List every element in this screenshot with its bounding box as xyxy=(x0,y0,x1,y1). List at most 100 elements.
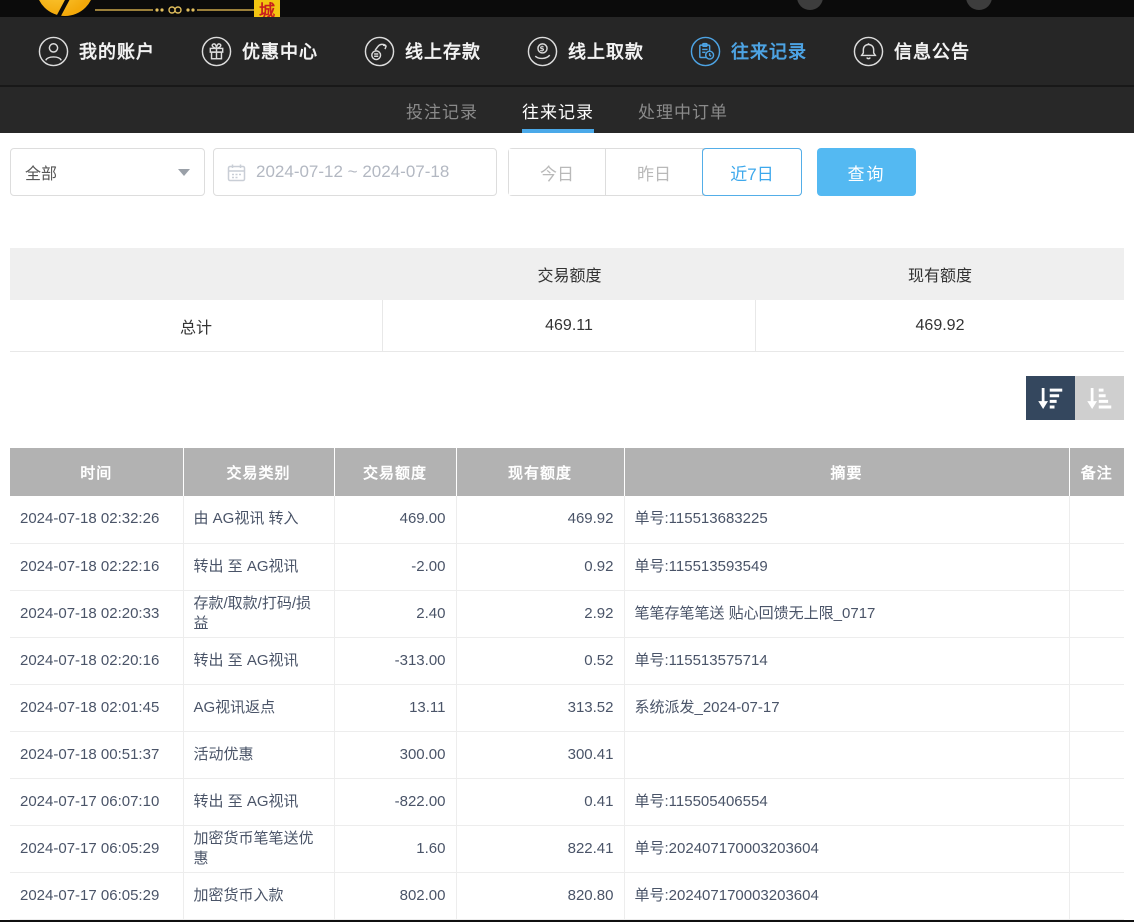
cell-note xyxy=(1069,825,1124,872)
nav-item-my-account[interactable]: 我的账户 xyxy=(38,36,155,67)
cell-balance: 300.41 xyxy=(456,731,624,778)
cell-amount: 2.40 xyxy=(334,590,456,637)
date-range-value: 2024-07-12 ~ 2024-07-18 xyxy=(256,162,449,182)
main-nav: 我的账户 优惠中心 线上存款 xyxy=(0,17,1134,85)
table-header-row: 时间 交易类别 交易额度 现有额度 摘要 备注 xyxy=(10,448,1124,496)
type-select[interactable]: 全部 xyxy=(10,148,205,196)
type-select-value: 全部 xyxy=(25,160,57,184)
search-button[interactable]: 查询 xyxy=(817,148,916,196)
nav-item-online-deposit[interactable]: 线上存款 xyxy=(364,36,481,67)
quick-last7days-button[interactable]: 近7日 xyxy=(702,148,802,196)
cell-amount: -313.00 xyxy=(334,637,456,684)
table-row: 2024-07-18 02:01:45 AG视讯返点 13.11 313.52 … xyxy=(10,684,1124,731)
cell-time: 2024-07-17 06:05:29 xyxy=(10,872,183,919)
cell-amount: 469.00 xyxy=(334,496,456,543)
cell-time: 2024-07-17 06:07:10 xyxy=(10,778,183,825)
cell-time: 2024-07-18 02:20:33 xyxy=(10,590,183,637)
table-row: 2024-07-18 02:20:33 存款/取款/打码/损益 2.40 2.9… xyxy=(10,590,1124,637)
summary-total-label: 总计 xyxy=(10,300,383,352)
cell-summary: 系统派发_2024-07-17 xyxy=(624,684,1069,731)
cell-balance: 0.41 xyxy=(456,778,624,825)
cell-balance: 2.92 xyxy=(456,590,624,637)
col-header-category: 交易类别 xyxy=(183,448,334,496)
svg-text:$: $ xyxy=(539,44,545,53)
nav-label: 往来记录 xyxy=(731,38,807,64)
brand-strip: 城 xyxy=(0,0,1134,17)
summary-total-balance: 469.92 xyxy=(756,300,1124,352)
cell-amount: 1.60 xyxy=(334,825,456,872)
cell-category: 加密货币笔笔送优惠 xyxy=(183,825,334,872)
quick-label: 今日 xyxy=(540,160,574,185)
sort-controls xyxy=(10,376,1124,420)
sort-ascending-button[interactable] xyxy=(1075,376,1124,420)
col-header-balance: 现有额度 xyxy=(456,448,624,496)
tab-label: 往来记录 xyxy=(522,98,594,123)
quick-today-button[interactable]: 今日 xyxy=(509,149,606,195)
bell-icon xyxy=(853,36,884,67)
quick-label: 近7日 xyxy=(730,160,773,185)
cell-time: 2024-07-18 02:32:26 xyxy=(10,496,183,543)
calendar-icon xyxy=(226,162,247,183)
cell-category: 转出 至 AG视讯 xyxy=(183,778,334,825)
cell-amount: -822.00 xyxy=(334,778,456,825)
cell-balance: 0.52 xyxy=(456,637,624,684)
table-row: 2024-07-18 02:20:16 转出 至 AG视讯 -313.00 0.… xyxy=(10,637,1124,684)
cell-category: 活动优惠 xyxy=(183,731,334,778)
cell-amount: -2.00 xyxy=(334,543,456,590)
cell-time: 2024-07-18 02:01:45 xyxy=(10,684,183,731)
nav-label: 线上取款 xyxy=(568,38,644,64)
table-row: 2024-07-18 02:22:16 转出 至 AG视讯 -2.00 0.92… xyxy=(10,543,1124,590)
table-row: 2024-07-18 00:51:37 活动优惠 300.00 300.41 xyxy=(10,731,1124,778)
gift-icon xyxy=(201,36,232,67)
nav-item-transaction-records[interactable]: 往来记录 xyxy=(690,36,807,67)
sort-descending-button[interactable] xyxy=(1026,376,1075,420)
cell-summary: 单号:115513683225 xyxy=(624,496,1069,543)
nav-item-promotions[interactable]: 优惠中心 xyxy=(201,36,318,67)
cell-note xyxy=(1069,731,1124,778)
tab-processing-orders[interactable]: 处理中订单 xyxy=(638,87,728,133)
cell-summary: 单号:202407170003203604 xyxy=(624,825,1069,872)
cell-summary: 单号:115505406554 xyxy=(624,778,1069,825)
summary-header-row: 交易额度 现有额度 xyxy=(10,248,1124,300)
nav-item-online-withdraw[interactable]: $ 线上取款 xyxy=(527,36,644,67)
cell-category: 转出 至 AG视讯 xyxy=(183,637,334,684)
withdraw-icon: $ xyxy=(527,36,558,67)
cell-category: 由 AG视讯 转入 xyxy=(183,496,334,543)
cell-amount: 802.00 xyxy=(334,872,456,919)
col-header-note: 备注 xyxy=(1069,448,1124,496)
topbar-partial-icon xyxy=(797,0,823,10)
sort-ascending-icon xyxy=(1085,383,1115,413)
cell-time: 2024-07-18 00:51:37 xyxy=(10,731,183,778)
cell-time: 2024-07-18 02:22:16 xyxy=(10,543,183,590)
cell-note xyxy=(1069,543,1124,590)
cell-category: AG视讯返点 xyxy=(183,684,334,731)
cell-note xyxy=(1069,872,1124,919)
summary-header-blank xyxy=(10,248,383,300)
date-range-input[interactable]: 2024-07-12 ~ 2024-07-18 xyxy=(213,148,497,196)
nav-label: 优惠中心 xyxy=(242,38,318,64)
tab-transaction-records[interactable]: 往来记录 xyxy=(522,87,594,133)
quick-yesterday-button[interactable]: 昨日 xyxy=(606,149,703,195)
quick-date-group: 今日 昨日 近7日 xyxy=(508,148,802,196)
deposit-icon xyxy=(364,36,395,67)
nav-item-announcements[interactable]: 信息公告 xyxy=(853,36,970,67)
user-icon xyxy=(38,36,69,67)
tab-betting-records[interactable]: 投注记录 xyxy=(406,87,478,133)
tab-label: 处理中订单 xyxy=(638,98,728,123)
summary-total-row: 总计 469.11 469.92 xyxy=(10,300,1124,352)
cell-amount: 13.11 xyxy=(334,684,456,731)
cell-amount: 300.00 xyxy=(334,731,456,778)
brand-badge-cheng: 城 xyxy=(254,0,280,17)
table-row: 2024-07-17 06:05:29 加密货币笔笔送优惠 1.60 822.4… xyxy=(10,825,1124,872)
cell-category: 加密货币入款 xyxy=(183,872,334,919)
quick-label: 昨日 xyxy=(637,160,671,185)
col-header-time: 时间 xyxy=(10,448,183,496)
cell-category: 存款/取款/打码/损益 xyxy=(183,590,334,637)
cell-balance: 0.92 xyxy=(456,543,624,590)
summary-table: 交易额度 现有额度 总计 469.11 469.92 xyxy=(10,248,1124,352)
brand-flourish xyxy=(95,2,255,17)
cell-summary: 单号:115513575714 xyxy=(624,637,1069,684)
records-icon xyxy=(690,36,721,67)
tab-label: 投注记录 xyxy=(406,98,478,123)
sort-descending-icon xyxy=(1036,383,1066,413)
